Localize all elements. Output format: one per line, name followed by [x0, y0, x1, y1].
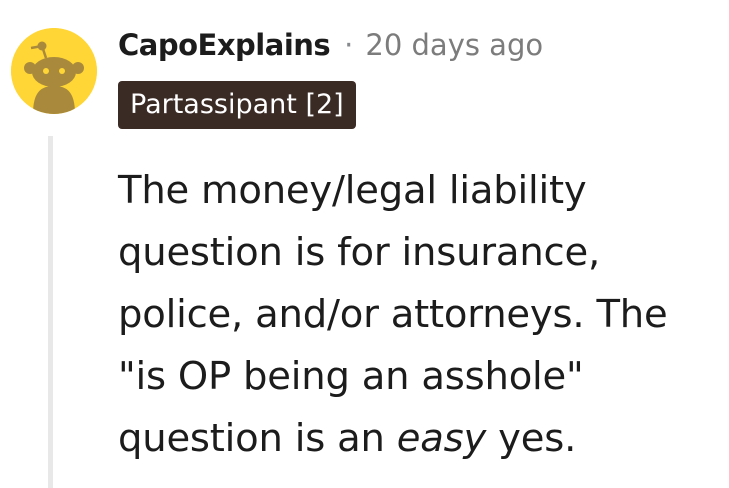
comment-body-emphasis: easy: [396, 416, 487, 461]
comment-header: CapoExplains · 20 days ago: [118, 23, 543, 67]
comment-body-text: The money/legal liability question is fo…: [118, 168, 668, 461]
comment-body-text-end: yes.: [486, 416, 577, 461]
timestamp[interactable]: 20 days ago: [365, 28, 543, 62]
comment-body: The money/legal liability question is fo…: [118, 160, 718, 470]
thread-line[interactable]: [48, 136, 53, 488]
meta-separator: ·: [344, 28, 354, 62]
username-link[interactable]: CapoExplains: [118, 28, 331, 62]
user-flair-badge: Partassipant [2]: [118, 81, 356, 129]
avatar[interactable]: [11, 28, 97, 114]
snoo-avatar-icon: [11, 28, 97, 114]
